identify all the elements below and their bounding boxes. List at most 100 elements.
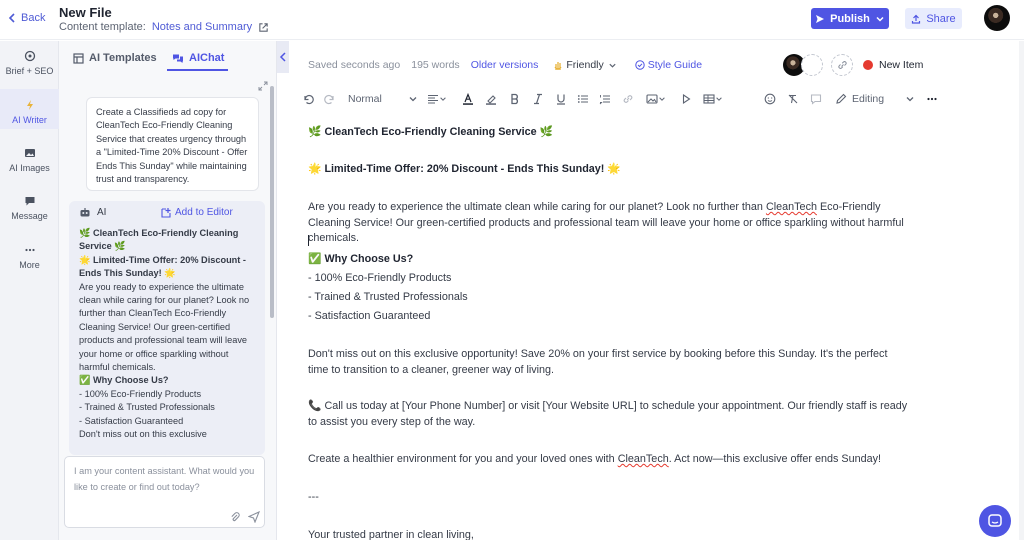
style-guide-label: Style Guide: [647, 59, 703, 71]
paperclip-icon[interactable]: [230, 511, 240, 523]
template-link[interactable]: Notes and Summary: [152, 21, 252, 33]
tab-aichat[interactable]: AIChat: [172, 52, 224, 64]
align-dropdown[interactable]: [427, 92, 449, 106]
ai-label: AI: [97, 207, 107, 218]
underline-button[interactable]: [555, 92, 567, 106]
mode-label: Editing: [852, 93, 885, 105]
publish-button[interactable]: Publish: [811, 8, 889, 29]
link-button[interactable]: [622, 92, 634, 106]
ai-line: - Satisfaction Guaranteed: [79, 415, 184, 426]
grid-icon: [73, 52, 84, 64]
editor-scrollbar[interactable]: [1019, 41, 1024, 540]
highlight-button[interactable]: [485, 92, 497, 106]
rail-item-more[interactable]: More: [0, 244, 59, 280]
undo-button[interactable]: [302, 92, 314, 106]
bullet-list-button[interactable]: [577, 92, 589, 106]
emoji-button[interactable]: [764, 92, 776, 106]
new-item-label: New Item: [879, 59, 924, 71]
send-icon[interactable]: [248, 511, 260, 523]
redo-button[interactable]: [324, 92, 336, 106]
chat-input[interactable]: I am your content assistant. What would …: [64, 456, 265, 528]
tone-dropdown[interactable]: Friendly: [554, 59, 616, 71]
bolt-icon: [26, 100, 33, 110]
rail-label: More: [19, 260, 40, 270]
italic-button[interactable]: [532, 92, 544, 106]
doc-title-text: 🌿 CleanTech Eco-Friendly Cleaning Servic…: [308, 126, 554, 138]
more-icon: [927, 97, 937, 101]
top-bar: Back New File Content template: Notes an…: [0, 0, 1024, 40]
play-icon: [682, 93, 691, 105]
collapse-panel-button[interactable]: [277, 41, 289, 73]
back-label: Back: [21, 12, 46, 24]
panel-scrollbar[interactable]: [270, 86, 274, 318]
ai-line: - 100% Eco-Friendly Products: [79, 388, 202, 399]
chevron-down-icon: [876, 16, 884, 22]
more-options-button[interactable]: [926, 92, 938, 106]
numbered-list-button[interactable]: [599, 92, 611, 106]
bullet-list-icon: [577, 95, 588, 103]
underline-icon: [557, 94, 565, 105]
ai-line: 🌟 Limited-Time Offer: 20% Discount - End…: [79, 254, 246, 279]
tab-label: AIChat: [189, 52, 225, 64]
tab-ai-templates[interactable]: AI Templates: [73, 52, 157, 64]
doc-closing-paragraph: Create a healthier environment for you a…: [308, 452, 908, 468]
text-color-icon: [463, 93, 473, 105]
chat-placeholder: I am your content assistant. What would …: [74, 466, 255, 492]
mode-dropdown[interactable]: Editing: [835, 92, 915, 106]
comment-button[interactable]: [810, 92, 822, 106]
doc-bullet: - Satisfaction Guaranteed: [308, 310, 431, 322]
doc-why-heading: ✅ Why Choose Us?: [308, 253, 414, 265]
image-dropdown[interactable]: [646, 92, 668, 106]
add-to-editor-button[interactable]: Add to Editor: [161, 207, 233, 218]
smiley-icon: [764, 93, 776, 105]
more-icon: [24, 248, 35, 252]
table-dropdown[interactable]: [703, 92, 727, 106]
rail-item-brief-seo[interactable]: Brief + SEO: [0, 50, 59, 86]
chevron-down-icon: [716, 97, 722, 101]
ai-line: - Trained & Trusted Professionals: [79, 402, 215, 413]
left-rail: Brief + SEO AI Writer AI Images Message …: [0, 41, 59, 540]
clear-formatting-button[interactable]: [787, 92, 799, 106]
external-link-icon[interactable]: [258, 22, 269, 33]
table-icon: [703, 94, 715, 104]
back-button[interactable]: Back: [8, 12, 45, 24]
italic-icon: [534, 93, 542, 105]
save-status: Saved seconds ago: [308, 59, 401, 71]
text-color-button[interactable]: [462, 92, 474, 106]
doc-offer-heading: 🌟 Limited-Time Offer: 20% Discount - End…: [308, 163, 621, 175]
align-left-icon: [428, 94, 438, 104]
share-link-button[interactable]: [831, 54, 853, 76]
rail-item-ai-writer[interactable]: AI Writer: [0, 89, 59, 129]
check-circle-icon: [635, 60, 645, 70]
user-avatar[interactable]: [984, 5, 1010, 31]
closing-text: Create a healthier environment for you a…: [308, 453, 618, 465]
active-tab-underline: [167, 69, 228, 71]
add-collaborator-button[interactable]: [801, 54, 823, 76]
image-icon: [646, 94, 658, 104]
file-title: New File: [59, 5, 112, 20]
ai-header: AI: [79, 207, 106, 218]
doc-bullet: - Trained & Trusted Professionals: [308, 291, 468, 303]
upload-icon: [912, 14, 921, 24]
bold-icon: [511, 93, 518, 105]
share-button[interactable]: Share: [905, 8, 962, 29]
style-guide-link[interactable]: Style Guide: [635, 59, 702, 71]
intro-text: Are you ready to experience the ultimate…: [308, 201, 766, 213]
text-caret: [308, 235, 309, 246]
doc-intro-paragraph: Are you ready to experience the ultimate…: [308, 200, 908, 247]
chevron-down-icon: [906, 97, 914, 102]
new-item-status[interactable]: New Item: [863, 59, 923, 71]
link-icon: [837, 61, 847, 69]
chat-bubbles-icon: [173, 54, 183, 63]
rail-label: Brief + SEO: [5, 66, 54, 76]
older-versions-link[interactable]: Older versions: [471, 59, 539, 71]
rail-item-ai-images[interactable]: AI Images: [0, 147, 59, 183]
mode-group: Editing: [835, 93, 884, 105]
rail-item-message[interactable]: Message: [0, 195, 59, 231]
support-chat-button[interactable]: [979, 505, 1011, 537]
play-video-button[interactable]: [680, 92, 692, 106]
expand-icon[interactable]: [258, 81, 268, 91]
ai-line: 🌿 CleanTech Eco-Friendly Cleaning Servic…: [79, 228, 239, 252]
bold-button[interactable]: [509, 92, 521, 106]
paragraph-style-dropdown[interactable]: Normal: [348, 92, 418, 106]
